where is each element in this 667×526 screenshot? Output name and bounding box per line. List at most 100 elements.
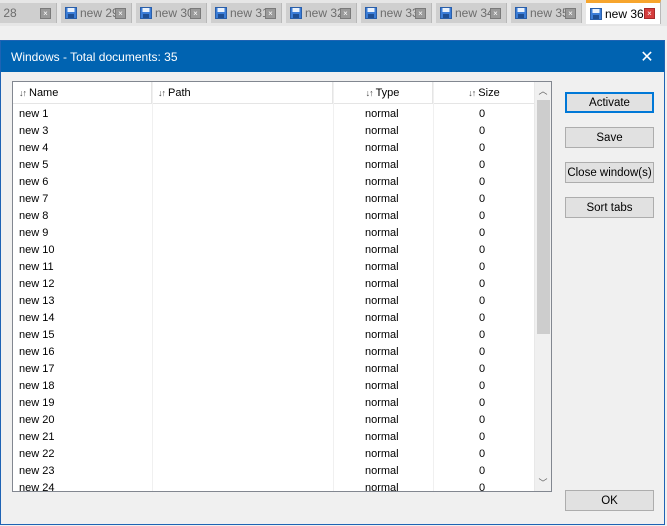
ok-button[interactable]: OK	[565, 490, 654, 511]
list-item[interactable]: new 23 normal 0	[13, 463, 535, 480]
type-cell: normal	[365, 295, 399, 307]
type-cell: normal	[365, 397, 399, 409]
list-item[interactable]: new 3 normal 0	[13, 123, 535, 140]
close-x-icon[interactable]: ×	[644, 8, 655, 19]
list-item[interactable]: new 1 normal 0	[13, 106, 535, 123]
document-tab[interactable]: new 36 ×	[586, 0, 661, 24]
type-cell: normal	[365, 227, 399, 239]
close-x-icon[interactable]: ×	[265, 7, 276, 19]
list-item[interactable]: new 22 normal 0	[13, 446, 535, 463]
type-cell: normal	[365, 142, 399, 154]
type-cell: normal	[365, 363, 399, 375]
close-x-icon[interactable]: ×	[190, 7, 201, 19]
size-cell: 0	[479, 261, 486, 273]
size-cell: 0	[479, 397, 486, 409]
close-x-icon[interactable]: ×	[115, 7, 126, 19]
sort-arrows-icon: ↓↑	[365, 88, 374, 98]
list-item[interactable]: new 14 normal 0	[13, 310, 535, 327]
list-item[interactable]: new 20 normal 0	[13, 412, 535, 429]
size-cell: 0	[479, 465, 486, 477]
close-x-icon[interactable]: ×	[565, 7, 576, 19]
list-item[interactable]: new 12 normal 0	[13, 276, 535, 293]
type-cell: normal	[365, 465, 399, 477]
save-disk-icon	[140, 7, 152, 19]
tab-label: new 32	[305, 6, 340, 20]
name-cell: new 15	[19, 329, 55, 341]
column-header-size[interactable]: ↓↑ Size	[433, 82, 535, 104]
list-item[interactable]: new 15 normal 0	[13, 327, 535, 344]
tab-label: new 31	[230, 6, 265, 20]
save-disk-icon	[290, 7, 302, 19]
name-cell: new 7	[19, 193, 49, 205]
document-tab[interactable]: new 28 ×	[0, 3, 57, 23]
size-cell: 0	[479, 295, 486, 307]
column-header-name[interactable]: ↓↑ Name	[13, 82, 152, 104]
list-item[interactable]: new 4 normal 0	[13, 140, 535, 157]
scrollbar-thumb[interactable]	[537, 100, 550, 334]
activate-button[interactable]: Activate	[565, 92, 654, 113]
list-item[interactable]: new 8 normal 0	[13, 208, 535, 225]
name-cell: new 24	[19, 482, 55, 492]
column-label: Size	[478, 87, 500, 99]
list-item[interactable]: new 16 normal 0	[13, 344, 535, 361]
list-item[interactable]: new 13 normal 0	[13, 293, 535, 310]
name-cell: new 19	[19, 397, 55, 409]
type-cell: normal	[365, 346, 399, 358]
type-cell: normal	[365, 210, 399, 222]
document-tab[interactable]: new 29 ×	[61, 3, 132, 23]
save-button[interactable]: Save	[565, 127, 654, 148]
close-icon[interactable]: ✕	[630, 41, 664, 72]
size-cell: 0	[479, 312, 486, 324]
name-cell: new 6	[19, 176, 49, 188]
list-item[interactable]: new 6 normal 0	[13, 174, 535, 191]
name-cell: new 13	[19, 295, 55, 307]
column-header-path[interactable]: ↓↑ Path	[152, 82, 333, 104]
close-x-icon[interactable]: ×	[40, 7, 51, 19]
type-cell: normal	[365, 244, 399, 256]
type-cell: normal	[365, 448, 399, 460]
list-item[interactable]: new 24 normal 0	[13, 480, 535, 492]
list-item[interactable]: new 10 normal 0	[13, 242, 535, 259]
list-item[interactable]: new 18 normal 0	[13, 378, 535, 395]
list-item[interactable]: new 17 normal 0	[13, 361, 535, 378]
windows-dialog: Windows - Total documents: 35 ✕ ↓↑ Name …	[0, 40, 665, 525]
type-cell: normal	[365, 193, 399, 205]
size-cell: 0	[479, 346, 486, 358]
dialog-title: Windows - Total documents: 35	[11, 49, 178, 64]
close-x-icon[interactable]: ×	[415, 7, 426, 19]
type-cell: normal	[365, 482, 399, 492]
close-x-icon[interactable]: ×	[490, 7, 501, 19]
scroll-down-icon[interactable]: ﹀	[535, 474, 551, 491]
name-cell: new 22	[19, 448, 55, 460]
dialog-titlebar: Windows - Total documents: 35 ✕	[1, 41, 664, 72]
documents-list[interactable]: ↓↑ Name ↓↑ Path ↓↑ Type ↓↑ Size new 1 nor…	[12, 81, 552, 492]
size-cell: 0	[479, 227, 486, 239]
list-item[interactable]: new 5 normal 0	[13, 157, 535, 174]
sort-arrows-icon: ↓↑	[19, 88, 27, 98]
document-tab[interactable]: new 33 ×	[361, 3, 432, 23]
document-tab[interactable]: new 34 ×	[436, 3, 507, 23]
vertical-scrollbar[interactable]: ︿ ﹀	[534, 82, 551, 491]
tab-label: new 28	[0, 6, 17, 20]
name-cell: new 10	[19, 244, 55, 256]
sort-tabs-button[interactable]: Sort tabs	[565, 197, 654, 218]
close-windows-button[interactable]: Close window(s)	[565, 162, 654, 183]
list-item[interactable]: new 19 normal 0	[13, 395, 535, 412]
name-cell: new 21	[19, 431, 55, 443]
list-item[interactable]: new 21 normal 0	[13, 429, 535, 446]
close-x-icon[interactable]: ×	[340, 7, 351, 19]
type-cell: normal	[365, 431, 399, 443]
sort-arrows-icon: ↓↑	[158, 88, 166, 98]
list-item[interactable]: new 11 normal 0	[13, 259, 535, 276]
list-item[interactable]: new 7 normal 0	[13, 191, 535, 208]
list-item[interactable]: new 9 normal 0	[13, 225, 535, 242]
document-tab[interactable]: new 30 ×	[136, 3, 207, 23]
name-cell: new 12	[19, 278, 55, 290]
document-tab[interactable]: new 32 ×	[286, 3, 357, 23]
document-tab[interactable]: new 35 ×	[511, 3, 582, 23]
size-cell: 0	[479, 244, 486, 256]
scroll-up-icon[interactable]: ︿	[535, 82, 551, 99]
column-header-type[interactable]: ↓↑ Type	[333, 82, 433, 104]
sort-arrows-icon: ↓↑	[468, 88, 476, 98]
document-tab[interactable]: new 31 ×	[211, 3, 282, 23]
